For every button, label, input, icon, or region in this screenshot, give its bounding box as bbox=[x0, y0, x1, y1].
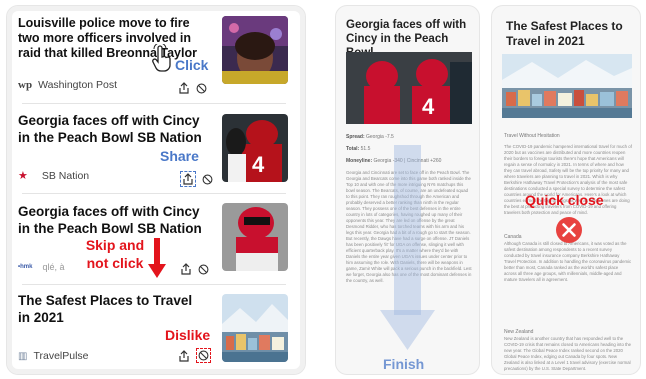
card-divider bbox=[22, 193, 286, 194]
hand-cursor-icon bbox=[152, 44, 171, 72]
dislike-block-icon[interactable] bbox=[202, 174, 213, 185]
share-icon[interactable] bbox=[178, 349, 190, 362]
dislike-block-icon[interactable] bbox=[198, 264, 209, 275]
dislike-highlight-box bbox=[196, 348, 211, 363]
article-paragraph: New Zealand is another country that has … bbox=[504, 336, 632, 371]
news-card[interactable]: The Safest Places to Travel in 2021 ▥ Tr… bbox=[18, 292, 290, 364]
dislike-block-icon[interactable] bbox=[196, 83, 207, 94]
share-icon[interactable] bbox=[180, 263, 192, 275]
card-actions bbox=[178, 82, 207, 94]
article-detail-panel[interactable]: The Safest Places to Travel in 2021 Trav… bbox=[491, 5, 641, 375]
protest-photo-icon bbox=[222, 16, 288, 84]
click-annotation: Click bbox=[175, 57, 209, 73]
news-source: •hmk qlé, à bbox=[18, 262, 65, 272]
news-thumbnail[interactable] bbox=[222, 16, 288, 84]
article-section-heading: New Zealand bbox=[504, 329, 534, 335]
article-paragraph: Although Canada is still closed to Ameri… bbox=[504, 241, 632, 282]
down-arrow-icon bbox=[148, 238, 166, 278]
football-photo-icon: 4 bbox=[346, 52, 472, 124]
card-actions bbox=[180, 263, 209, 275]
article-section-heading: Canada bbox=[504, 234, 522, 240]
news-thumbnail[interactable]: 4 bbox=[222, 114, 288, 182]
total-line: Total: 51.5 bbox=[346, 146, 371, 152]
scroll-down-arrow-icon bbox=[380, 145, 435, 350]
article-image: 4 bbox=[346, 52, 472, 124]
news-card-title[interactable]: Georgia faces off with Cincy in the Peac… bbox=[18, 112, 203, 146]
svg-text:4: 4 bbox=[252, 152, 265, 177]
finish-annotation: Finish bbox=[383, 356, 425, 372]
card-actions bbox=[178, 348, 211, 363]
article-subhead: Travel Without Hesitation bbox=[504, 133, 560, 139]
card-divider bbox=[22, 103, 286, 104]
dislike-block-icon[interactable] bbox=[198, 350, 209, 361]
share-highlight-box bbox=[180, 171, 196, 187]
city-photo-icon bbox=[222, 294, 288, 362]
news-thumbnail[interactable] bbox=[222, 203, 288, 271]
football-photo-icon bbox=[222, 203, 288, 271]
news-card-title[interactable]: The Safest Places to Travel in 2021 bbox=[18, 292, 198, 326]
news-source: wp Washington Post bbox=[18, 79, 118, 91]
news-card-title[interactable]: Louisville police move to fire two more … bbox=[18, 16, 203, 61]
svg-text:4: 4 bbox=[422, 94, 435, 119]
news-source: ▥ TravelPulse bbox=[18, 350, 89, 362]
share-annotation: Share bbox=[160, 148, 199, 164]
close-icon[interactable] bbox=[555, 216, 583, 244]
article-image bbox=[502, 54, 632, 118]
star-logo-icon: ★ bbox=[18, 170, 28, 182]
dislike-annotation: Dislike bbox=[165, 327, 211, 343]
news-card[interactable]: Georgia faces off with Cincy in the Peac… bbox=[18, 112, 290, 188]
spread-line: Spread: Georgia -7.5 bbox=[346, 134, 394, 140]
share-icon[interactable] bbox=[182, 173, 194, 185]
quick-close-annotation: Quick close bbox=[525, 192, 604, 208]
news-source: ★ SB Nation bbox=[18, 169, 90, 183]
skip-annotation: Skip and not click bbox=[85, 237, 145, 271]
news-card-title[interactable]: Georgia faces off with Cincy in the Peac… bbox=[18, 203, 203, 237]
city-logo-icon: ▥ bbox=[18, 350, 28, 362]
washington-post-logo-icon: wp bbox=[18, 79, 33, 91]
card-divider bbox=[22, 284, 286, 285]
city-photo-icon bbox=[502, 54, 632, 118]
football-photo-icon: 4 bbox=[222, 114, 288, 182]
small-logo-icon: •hmk bbox=[18, 264, 33, 270]
card-actions bbox=[180, 171, 213, 187]
share-icon[interactable] bbox=[178, 82, 190, 94]
news-thumbnail[interactable] bbox=[222, 294, 288, 362]
article-title: The Safest Places to Travel in 2021 bbox=[506, 19, 623, 48]
